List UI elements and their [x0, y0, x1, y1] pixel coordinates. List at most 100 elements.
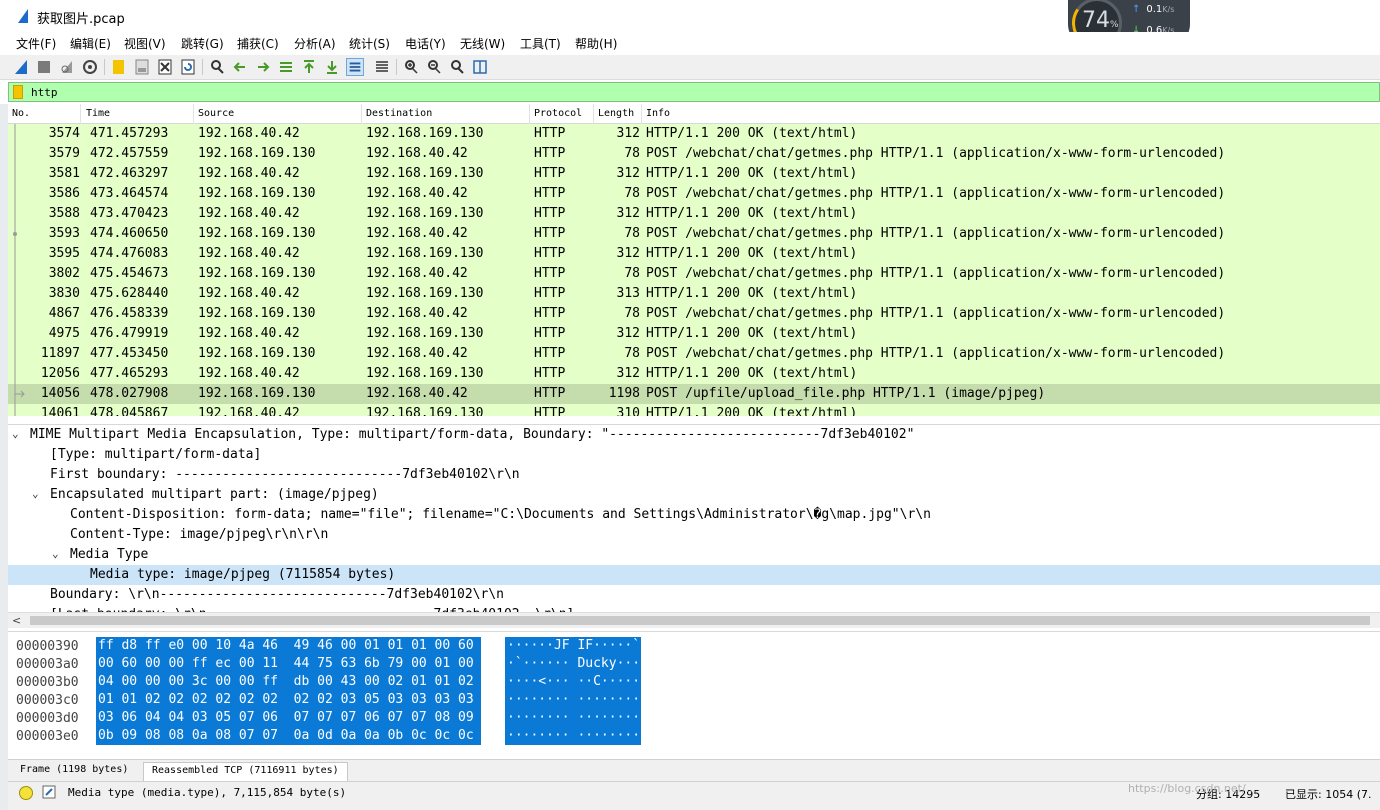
menu-file[interactable]: 文件(F): [16, 35, 56, 52]
table-row[interactable]: 3574 471.457293 192.168.40.42 192.168.169.1…: [8, 124, 1380, 144]
packet-bytes-pane[interactable]: 00000390 ff d8 ff e0 00 10 4a 46 49 46 00…: [8, 631, 1380, 759]
table-row[interactable]: 4975 476.479919 192.168.40.42 192.168.169.1…: [8, 324, 1380, 344]
hex-row: 000003e0 0b 09 08 08 0a 08 07 07 0a 0d 0a…: [8, 726, 1380, 745]
tree-item[interactable]: First boundary: ------------------------…: [8, 465, 1380, 485]
menu-edit[interactable]: 编辑(E): [70, 35, 111, 52]
cell-info: HTTP/1.1 200 OK (text/html): [646, 406, 858, 416]
tree-item[interactable]: ⌄ MIME Multipart Media Encapsulation, Typ…: [8, 425, 1380, 445]
hex-bytes[interactable]: 0b 09 08 08 0a 08 07 07 0a 0d 0a 0a 0b 0…: [96, 727, 481, 745]
col-header-protocol[interactable]: Protocol: [534, 108, 582, 119]
hex-bytes[interactable]: 03 06 04 04 03 05 07 06 07 07 07 06 07 0…: [96, 709, 481, 727]
cell-info: POST /upfile/upload_file.php HTTP/1.1 (i…: [646, 386, 1046, 401]
scrollbar-thumb[interactable]: [30, 616, 1370, 625]
ascii-bytes[interactable]: ·`······ Ducky···: [505, 655, 641, 673]
ascii-bytes[interactable]: ······JF IF·····`: [505, 637, 641, 655]
cell-protocol: HTTP: [534, 286, 566, 301]
table-row[interactable]: 14061 478.045867 192.168.40.42 192.168.169.…: [8, 404, 1380, 416]
stop-square-icon[interactable]: [35, 58, 53, 76]
go-first-icon[interactable]: [300, 58, 318, 76]
table-row-selected[interactable]: 14056 478.027908 192.168.169.130 192.168.40…: [8, 384, 1380, 404]
table-row[interactable]: 3588 473.470423 192.168.40.42 192.168.169.1…: [8, 204, 1380, 224]
expand-chevron-down-icon[interactable]: ⌄: [12, 427, 19, 440]
tree-item[interactable]: ⌄ Media Type: [8, 545, 1380, 565]
cell-length: 78: [624, 146, 640, 161]
cell-length: 313: [616, 286, 640, 301]
capture-options-gear-icon[interactable]: [81, 58, 99, 76]
menu-capture[interactable]: 捕获(C): [237, 35, 279, 52]
table-row[interactable]: 12056 477.465293 192.168.40.42 192.168.169.…: [8, 364, 1380, 384]
auto-scroll-icon[interactable]: [346, 58, 364, 76]
details-horizontal-scrollbar[interactable]: <: [8, 612, 1380, 628]
menu-wireless[interactable]: 无线(W): [460, 35, 505, 52]
col-header-source[interactable]: Source: [198, 108, 234, 119]
menu-view[interactable]: 视图(V): [124, 35, 166, 52]
tree-item[interactable]: ⌄ Encapsulated multipart part: (image/pjp…: [8, 485, 1380, 505]
table-row[interactable]: 3595 474.476083 192.168.40.42 192.168.169.1…: [8, 244, 1380, 264]
ascii-bytes[interactable]: ····<··· ··C·····: [505, 673, 641, 691]
ascii-bytes[interactable]: ········ ········: [505, 691, 641, 709]
go-forward-icon[interactable]: [254, 58, 272, 76]
resize-columns-icon[interactable]: [471, 58, 489, 76]
table-row[interactable]: 3593 474.460650 192.168.169.130 192.168.40.…: [8, 224, 1380, 244]
menu-go[interactable]: 跳转(G): [181, 35, 224, 52]
restart-fin-icon[interactable]: [58, 58, 76, 76]
expert-info-led-icon[interactable]: [19, 786, 33, 800]
zoom-out-icon[interactable]: [425, 58, 443, 76]
table-row[interactable]: 3802 475.454673 192.168.169.130 192.168.40.…: [8, 264, 1380, 284]
tree-item[interactable]: Content-Type: image/pjpeg\r\n\r\n: [8, 525, 1380, 545]
tree-item[interactable]: Content-Disposition: form-data; name="fi…: [8, 505, 1380, 525]
scroll-left-arrow-icon[interactable]: <: [12, 614, 21, 627]
cell-info: HTTP/1.1 200 OK (text/html): [646, 366, 858, 381]
zoom-in-icon[interactable]: [402, 58, 420, 76]
bookmark-icon[interactable]: [13, 85, 23, 99]
go-last-icon[interactable]: [323, 58, 341, 76]
menu-statistics[interactable]: 统计(S): [349, 35, 390, 52]
file-close-icon[interactable]: [156, 58, 174, 76]
hex-bytes[interactable]: 00 60 00 00 ff ec 00 11 44 75 63 6b 79 0…: [96, 655, 481, 673]
capture-comment-edit-icon[interactable]: [42, 785, 56, 799]
hex-bytes[interactable]: 01 01 02 02 02 02 02 02 02 02 03 05 03 0…: [96, 691, 481, 709]
col-header-time[interactable]: Time: [86, 108, 110, 119]
colorize-icon[interactable]: [373, 58, 391, 76]
menu-help[interactable]: 帮助(H): [575, 35, 617, 52]
file-save-icon[interactable]: [133, 58, 151, 76]
table-row[interactable]: 11897 477.453450 192.168.169.130 192.168.40…: [8, 344, 1380, 364]
tree-item[interactable]: Boundary: \r\n--------------------------…: [8, 585, 1380, 605]
hex-bytes[interactable]: 04 00 00 00 3c 00 00 ff db 00 43 00 02 0…: [96, 673, 481, 691]
table-row[interactable]: 3581 472.463297 192.168.40.42 192.168.169.1…: [8, 164, 1380, 184]
hex-row: 00000390 ff d8 ff e0 00 10 4a 46 49 46 00…: [8, 636, 1380, 655]
table-row[interactable]: 4867 476.458339 192.168.169.130 192.168.40.…: [8, 304, 1380, 324]
ascii-bytes[interactable]: ········ ········: [505, 727, 641, 745]
hex-bytes[interactable]: ff d8 ff e0 00 10 4a 46 49 46 00 01 01 0…: [96, 637, 481, 655]
menu-tools[interactable]: 工具(T): [520, 35, 561, 52]
col-header-destination[interactable]: Destination: [366, 108, 432, 119]
cell-destination: 192.168.40.42: [366, 346, 468, 361]
packet-details-tree[interactable]: ⌄ MIME Multipart Media Encapsulation, Typ…: [8, 424, 1380, 612]
find-icon[interactable]: [208, 58, 226, 76]
go-back-icon[interactable]: [231, 58, 249, 76]
ascii-bytes[interactable]: ········ ········: [505, 709, 641, 727]
reload-icon[interactable]: [179, 58, 197, 76]
table-row[interactable]: 3579 472.457559 192.168.169.130 192.168.40.…: [8, 144, 1380, 164]
table-row[interactable]: 3830 475.628440 192.168.40.42 192.168.169.1…: [8, 284, 1380, 304]
go-to-packet-icon[interactable]: [277, 58, 295, 76]
shark-fin-start-icon[interactable]: [12, 58, 30, 76]
menu-analyze[interactable]: 分析(A): [294, 35, 336, 52]
tree-item[interactable]: [Last boundary: \r\n--------------------…: [8, 605, 1380, 612]
table-row[interactable]: 3586 473.464574 192.168.169.130 192.168.40.…: [8, 184, 1380, 204]
menu-telephony[interactable]: 电话(Y): [405, 35, 446, 52]
col-header-no[interactable]: No.: [12, 108, 30, 119]
tree-item[interactable]: [Type: multipart/form-data]: [8, 445, 1380, 465]
hex-row: 000003a0 00 60 00 00 ff ec 00 11 44 75 63…: [8, 654, 1380, 673]
zoom-normal-icon[interactable]: [448, 58, 466, 76]
expand-chevron-down-icon[interactable]: ⌄: [52, 547, 59, 560]
tab-frame-bytes[interactable]: Frame (1198 bytes): [12, 762, 137, 781]
tree-item-selected[interactable]: Media type: image/pjpeg (7115854 bytes): [8, 565, 1380, 585]
open-folder-icon[interactable]: [110, 58, 128, 76]
display-filter-input[interactable]: [31, 84, 1371, 100]
col-header-length[interactable]: Length: [598, 108, 634, 119]
tab-reassembled-tcp[interactable]: Reassembled TCP (7116911 bytes): [143, 762, 348, 781]
packet-list[interactable]: No. Time Source Destination Protocol Len…: [8, 104, 1380, 416]
col-header-info[interactable]: Info: [646, 108, 670, 119]
expand-chevron-down-icon[interactable]: ⌄: [32, 487, 39, 500]
